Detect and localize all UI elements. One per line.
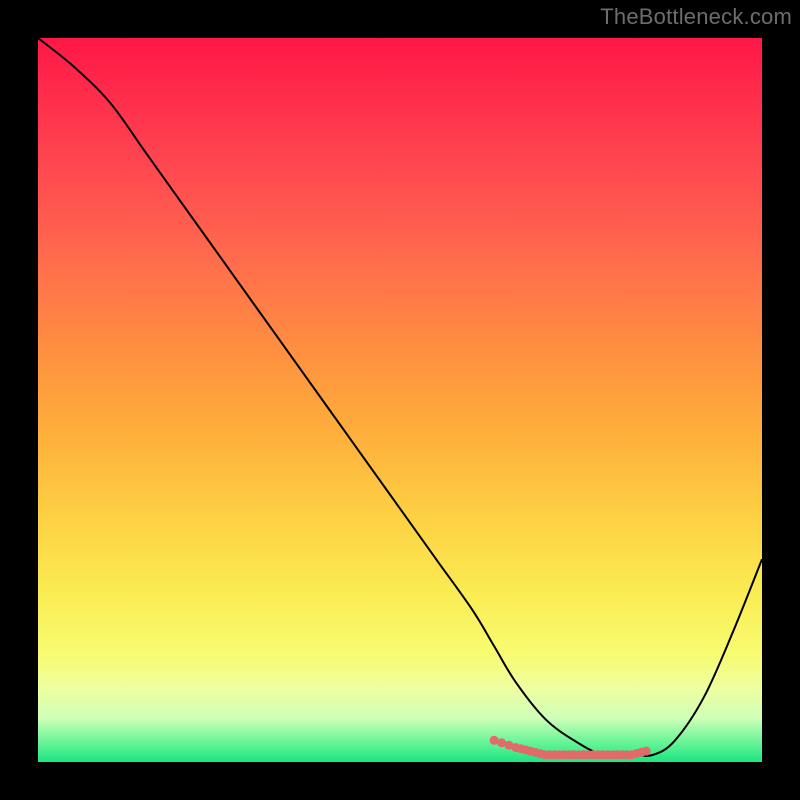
chart-container: { "attribution": "TheBottleneck.com", "c… (0, 0, 800, 800)
attribution-text: TheBottleneck.com (600, 4, 792, 30)
highlight-dots (38, 38, 762, 762)
plot-area (38, 38, 762, 762)
